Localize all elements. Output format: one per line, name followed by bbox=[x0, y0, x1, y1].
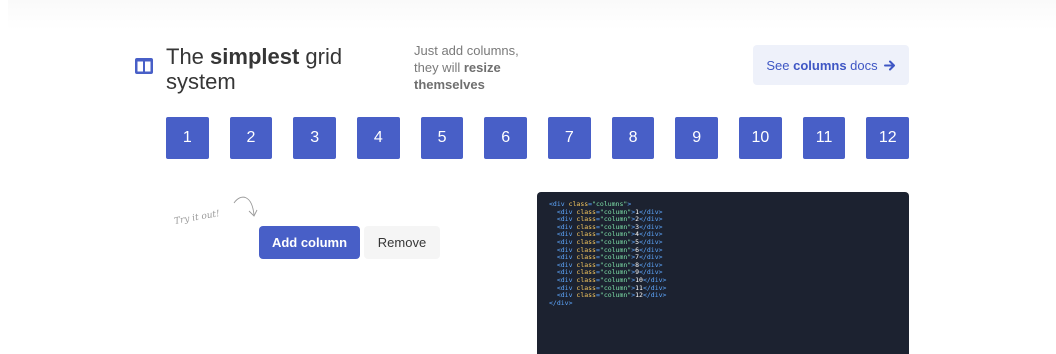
grid-column: 12 bbox=[866, 117, 910, 159]
code-line: <div class="column">12</div> bbox=[556, 291, 667, 300]
curved-arrow-icon bbox=[233, 196, 258, 217]
grid-column: 1 bbox=[166, 117, 209, 159]
grid-column: 7 bbox=[548, 117, 591, 159]
columns-icon bbox=[135, 58, 153, 74]
see-columns-docs-button[interactable]: See columns docs bbox=[753, 45, 909, 85]
code-line: </div> bbox=[549, 298, 573, 307]
remove-button[interactable]: Remove bbox=[364, 226, 440, 259]
page-title: The simplest grid system bbox=[166, 44, 343, 94]
grid-column: 2 bbox=[229, 117, 273, 159]
grid-column: 3 bbox=[293, 117, 337, 159]
code-snippet: <div class="columns"> <div class="column… bbox=[537, 192, 909, 354]
grid-column: 6 bbox=[484, 117, 528, 159]
subtitle: Just add columns, they will resize thems… bbox=[414, 43, 519, 92]
grid-column: 5 bbox=[420, 117, 464, 159]
columns-grid: 1 2 3 4 5 6 7 8 9 10 11 12 bbox=[166, 117, 910, 159]
top-band bbox=[8, 0, 1056, 30]
grid-column: 11 bbox=[802, 117, 846, 159]
grid-column: 10 bbox=[739, 117, 782, 159]
try-it-hint: Try it out! bbox=[173, 209, 221, 227]
grid-column: 9 bbox=[675, 117, 719, 159]
grid-column: 8 bbox=[611, 117, 655, 159]
add-column-button[interactable]: Add column bbox=[259, 226, 360, 259]
docs-button-label: See columns docs bbox=[766, 57, 878, 73]
arrow-right-icon bbox=[883, 60, 895, 70]
grid-column: 4 bbox=[357, 117, 400, 159]
